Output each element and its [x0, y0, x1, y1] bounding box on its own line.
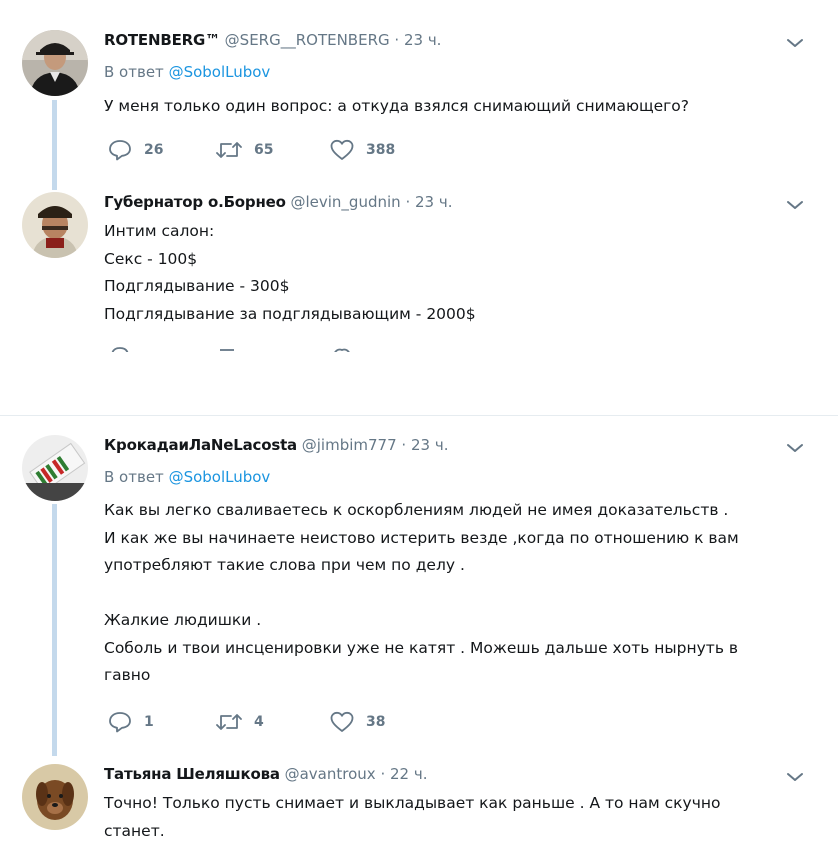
retweet-icon [216, 142, 242, 158]
tweet-line: Подглядывание за подглядывающим - 2000$ [104, 304, 476, 323]
tweet-header: Татьяна Шеляшкова @avantroux · 22 ч. [104, 765, 428, 783]
chevron-down-icon[interactable] [786, 771, 804, 783]
retweet-icon [216, 714, 242, 730]
tweet-line: Соболь и твои инсценировки уже не катят … [104, 638, 739, 657]
reply-context: В ответ @SobolLubov [104, 63, 270, 81]
like-icon [330, 711, 354, 732]
tweet-line: Секс - 100$ [104, 249, 198, 268]
like-count: 388 [366, 142, 396, 158]
tweet-line: употребляют такие слова при чем по делу … [104, 556, 465, 574]
tweet-text: Интим салон: Секс - 100$ Подглядывание -… [104, 218, 814, 328]
tweet-line: Как вы легко сваливаетесь к оскорблениям… [104, 501, 729, 519]
chevron-down-icon[interactable] [786, 199, 804, 211]
reply-count: 1 [144, 714, 154, 730]
tweet-line: Жалкие людишки . [104, 611, 262, 629]
tweet-line: Интим салон: [104, 222, 215, 240]
timeline-separator [0, 415, 838, 416]
retweet-button[interactable]: 65 [216, 139, 273, 161]
separator-dot: · [380, 765, 386, 783]
chevron-down-icon[interactable] [786, 37, 804, 49]
avatar[interactable] [22, 764, 88, 830]
separator-dot: · [401, 436, 407, 454]
tweet-text: Как вы легко сваливаетесь к оскорблениям… [104, 497, 814, 690]
reply-icon [109, 140, 131, 161]
like-button[interactable]: 38 [330, 711, 385, 733]
reply-prefix: В ответ [104, 468, 164, 486]
reply-button[interactable]: 1 [108, 711, 154, 733]
username[interactable]: @SERG__ROTENBERG [225, 31, 390, 49]
reply-icon [109, 712, 131, 733]
retweet-count: 4 [254, 714, 264, 730]
reply-prefix: В ответ [104, 63, 164, 81]
reply-count: 26 [144, 142, 164, 158]
username[interactable]: @avantroux [285, 765, 376, 783]
username[interactable]: @jimbim777 [302, 436, 397, 454]
timestamp[interactable]: 23 ч. [415, 193, 453, 211]
thread-line [52, 504, 57, 756]
retweet-button[interactable]: 4 [216, 711, 264, 733]
display-name[interactable]: Татьяна Шеляшкова [104, 765, 280, 783]
chevron-down-icon[interactable] [786, 442, 804, 454]
avatar[interactable] [22, 30, 88, 96]
reply-context: В ответ @SobolLubov [104, 468, 270, 486]
tweet-line [104, 580, 814, 608]
display-name[interactable]: КрокадаиЛаNeLacosta [104, 436, 297, 454]
separator-dot: · [405, 193, 411, 211]
tweet-line: гавно [104, 666, 151, 684]
reply-button[interactable]: 26 [108, 139, 163, 161]
like-count: 38 [366, 714, 386, 730]
tweet-line: У меня только один вопрос: а откуда взял… [104, 97, 689, 115]
timestamp[interactable]: 22 ч. [390, 765, 428, 783]
tweet-header: ROTENBERG™ @SERG__ROTENBERG · 23 ч. [104, 31, 441, 49]
reply-mention-link[interactable]: @SobolLubov [169, 468, 271, 486]
tweet-line: Подглядывание - 300$ [104, 277, 290, 295]
tweet-text: Точно! Только пусть снимает и выкладывае… [104, 790, 814, 845]
avatar[interactable] [22, 192, 88, 258]
like-icon [330, 139, 354, 160]
separator-dot: · [394, 31, 400, 49]
avatar[interactable] [22, 435, 88, 501]
thread-line [52, 100, 57, 190]
tweet-line: Точно! Только пусть снимает и выкладывае… [104, 794, 721, 812]
reply-mention-link[interactable]: @SobolLubov [169, 63, 271, 81]
tweet-header: КрокадаиЛаNeLacosta @jimbim777 · 23 ч. [104, 436, 448, 454]
clipped-action-bar [104, 346, 364, 352]
username[interactable]: @levin_gudnin [290, 193, 400, 211]
tweet-line: станет. [104, 821, 165, 840]
tweet-line: И как же вы начинаете неистово истерить … [104, 528, 739, 547]
like-button[interactable]: 388 [330, 139, 395, 161]
display-name[interactable]: Губернатор о.Борнео [104, 193, 286, 211]
retweet-count: 65 [254, 142, 274, 158]
timestamp[interactable]: 23 ч. [411, 436, 449, 454]
tweet-text: У меня только один вопрос: а откуда взял… [104, 93, 814, 121]
timestamp[interactable]: 23 ч. [404, 31, 442, 49]
display-name[interactable]: ROTENBERG™ [104, 31, 220, 49]
tweet-header: Губернатор о.Борнео @levin_gudnin · 23 ч… [104, 193, 453, 211]
